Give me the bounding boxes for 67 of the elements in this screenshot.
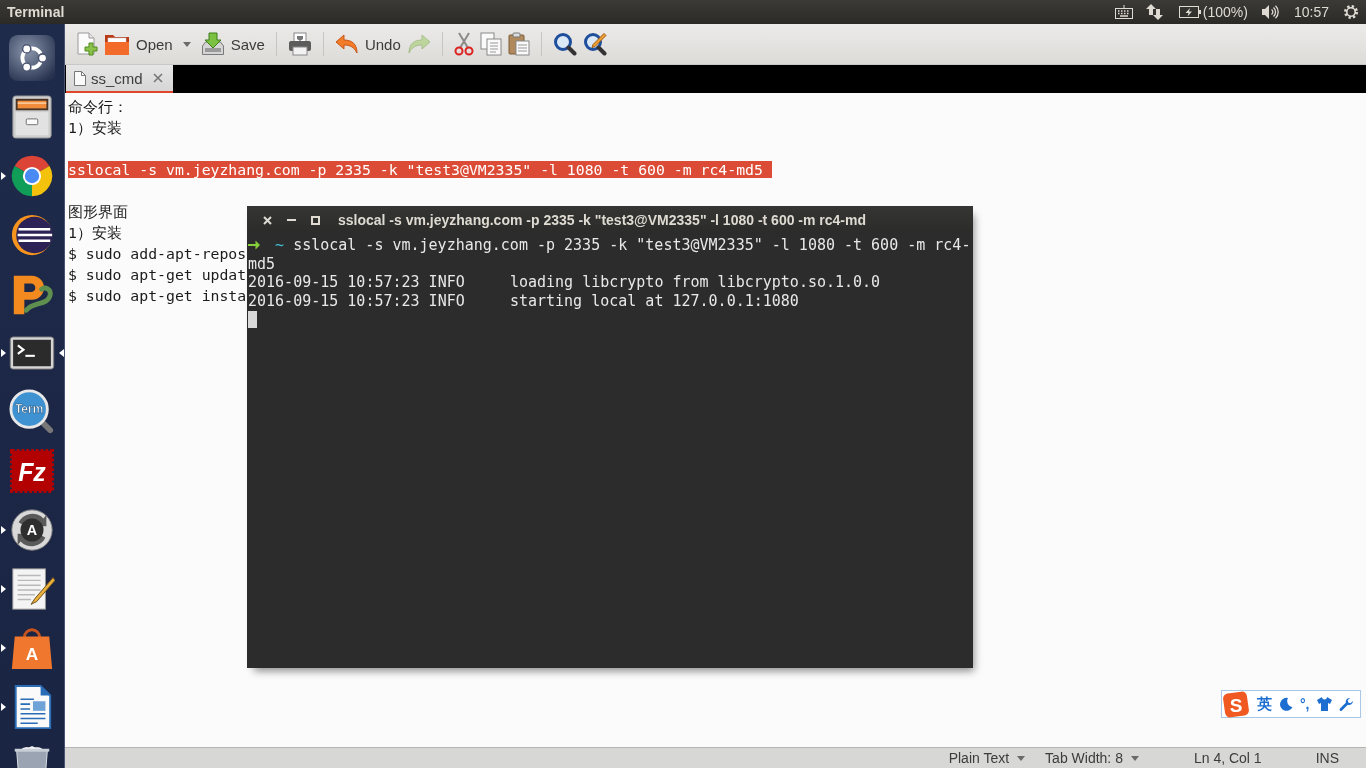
wrench-icon[interactable] <box>1338 696 1354 712</box>
text-line: $ sudo apt-get updat <box>68 266 247 283</box>
copy-icon <box>479 32 502 56</box>
drive-arrow-icon <box>200 32 225 56</box>
text-line: 命令行： <box>68 98 128 115</box>
prompt-arrow-icon <box>248 240 260 250</box>
close-icon <box>262 215 272 225</box>
swirl-logo-icon[interactable] <box>9 34 55 81</box>
close-tab-button[interactable] <box>150 71 165 85</box>
output-line: 2016-09-15 10:57:23 INFO starting local at 127.0.0.1:1080 <box>248 291 799 310</box>
battery-icon[interactable] <box>1178 6 1201 18</box>
logo-text: Term <box>14 401 44 416</box>
text-line: 1）安装 <box>68 224 122 241</box>
shirt-icon[interactable] <box>1316 697 1332 711</box>
notepad-pencil-icon[interactable] <box>9 565 55 612</box>
app-title: Terminal <box>7 4 65 20</box>
caret-icon <box>1130 755 1139 761</box>
logo-text: A <box>26 521 38 538</box>
save-button[interactable]: Save <box>197 27 268 61</box>
folder-icon <box>104 32 130 56</box>
up-down-arrows-icon[interactable] <box>1145 4 1163 20</box>
minimize-icon <box>286 219 296 221</box>
text-line: $ sudo apt-get insta <box>68 287 247 304</box>
text-line: 图形界面 <box>68 203 128 220</box>
status-text: INS <box>1315 750 1339 766</box>
punctuation-toggle[interactable]: °, <box>1300 696 1310 712</box>
logo-text: S <box>1229 694 1243 715</box>
prompt-path: ~ <box>275 236 285 254</box>
keyboard-icon[interactable] <box>1114 5 1133 19</box>
clock[interactable]: 10:57 <box>1293 4 1329 20</box>
page-plus-icon <box>76 32 98 56</box>
printer-icon <box>287 32 312 56</box>
window-title: sslocal -s vm.jeyzhang.com -p 2335 -k "test3@VM2335" -l 1080 -t 600 -m rc4-md <box>338 212 867 228</box>
text-line: $ sudo add-apt-repos <box>68 245 247 262</box>
command-text: md5 <box>248 254 276 273</box>
stamp-logo-icon[interactable]: Fz <box>9 447 55 494</box>
search-pencil-icon <box>582 32 607 56</box>
terminal-icon[interactable] <box>9 335 55 370</box>
gear-icon[interactable] <box>1343 4 1359 20</box>
caret-icon <box>1017 755 1026 761</box>
status-dropdown[interactable]: Plain Text <box>948 750 1026 766</box>
speaker-icon[interactable] <box>1261 5 1279 19</box>
caret-icon <box>182 41 191 47</box>
undo-button[interactable]: Undo <box>331 27 404 61</box>
text-line: 1）安装 <box>68 119 122 136</box>
text-cursor <box>248 311 257 328</box>
undo-arrow-icon <box>334 34 359 54</box>
status-dropdown[interactable]: Tab Width: 8 <box>1045 750 1139 766</box>
maximize-icon <box>310 215 320 225</box>
open-button[interactable]: Open <box>101 27 176 61</box>
search-icon <box>552 32 577 56</box>
moon-icon[interactable] <box>1279 697 1293 711</box>
command-text: sslocal -s vm.jeyzhang.com -p 2335 -k "test3@VM2335" -l 1080 -t 600 -m rc4- <box>293 236 971 254</box>
redo-arrow-icon <box>406 34 431 54</box>
status-text: Ln 4, Col 1 <box>1193 750 1262 766</box>
file-cabinet-icon[interactable] <box>9 93 55 140</box>
scissors-icon <box>453 32 474 56</box>
document-tab[interactable]: ss_cmd <box>66 65 173 93</box>
clipboard-icon <box>507 32 530 56</box>
circular-arrows-icon[interactable]: A <box>9 506 55 553</box>
battery-percent[interactable]: (100%) <box>1202 4 1248 20</box>
close-icon <box>152 73 163 83</box>
logo-text: A <box>25 643 39 664</box>
output-line: 2016-09-15 10:57:23 INFO loading libcrypto from libcrypto.so.1.0.0 <box>248 273 881 291</box>
document-icon <box>74 70 86 86</box>
logo-text: Fz <box>18 457 46 486</box>
input-mode-toggle[interactable]: 英 <box>1257 694 1272 714</box>
